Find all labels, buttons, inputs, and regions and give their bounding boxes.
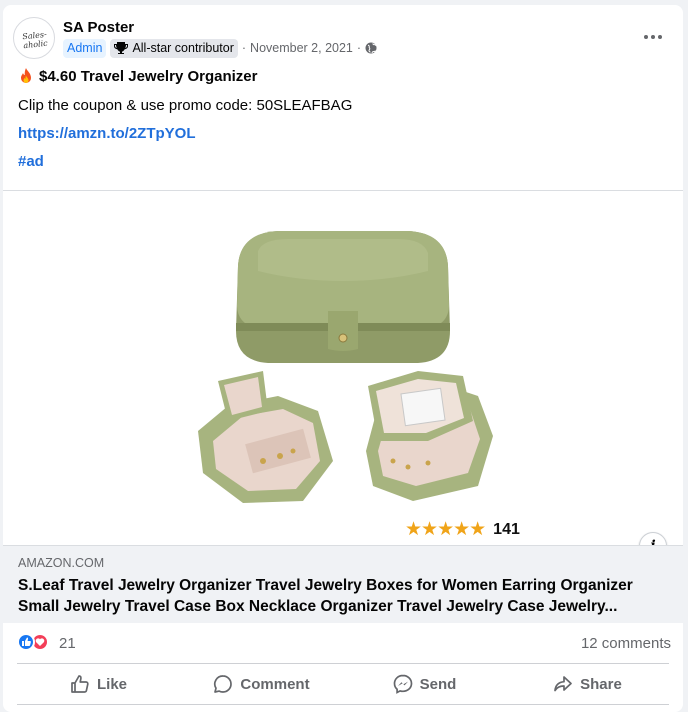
post-link[interactable]: https://amzn.to/2ZTpYOL	[18, 125, 196, 142]
more-dot	[651, 35, 655, 39]
more-dot	[658, 35, 662, 39]
like-label: Like	[96, 675, 127, 693]
post-meta: Admin All-star contributor · November 2,…	[63, 38, 377, 58]
link-title-line-1: S.Leaf Travel Jewelry Organizer Travel J…	[18, 577, 633, 594]
author-name[interactable]: SA Poster	[63, 19, 134, 36]
action-bar: Like Comment Send Share	[17, 663, 669, 705]
link-preview[interactable]: AMAZON.COM S.Leaf Travel Jewelry Organiz…	[3, 545, 683, 623]
like-button[interactable]: Like	[17, 664, 180, 704]
meta-separator: ·	[241, 41, 247, 55]
contributor-badge-label: All-star contributor	[132, 41, 234, 55]
link-domain: AMAZON.COM	[18, 556, 105, 570]
post-title-line: $4.60 Travel Jewelry Organizer	[18, 68, 257, 85]
send-label: Send	[419, 675, 457, 693]
share-label: Share	[580, 675, 622, 693]
comment-count[interactable]: 12 comments	[581, 635, 671, 652]
share-icon	[554, 676, 572, 692]
comment-label: Comment	[240, 675, 310, 693]
reaction-icons[interactable]	[17, 633, 49, 651]
link-title-line-2: Small Jewelry Travel Case Box Necklace O…	[18, 598, 618, 615]
avatar-logo-text: Sales-aholic	[21, 29, 49, 51]
comment-button[interactable]: Comment	[180, 664, 343, 704]
jewelry-box-image[interactable]	[188, 211, 508, 531]
reactions-bar: 21 12 comments	[3, 623, 683, 663]
link-title[interactable]: S.Leaf Travel Jewelry Organizer Travel J…	[18, 575, 668, 617]
globe-icon	[365, 42, 377, 54]
rating-stars: ★★★★★	[405, 519, 486, 540]
share-button[interactable]: Share	[506, 664, 669, 704]
messenger-icon	[393, 674, 413, 694]
author-avatar[interactable]: Sales-aholic	[13, 17, 55, 59]
post-header: Sales-aholic SA Poster Admin All-star co…	[3, 5, 683, 60]
more-options-button[interactable]	[639, 27, 667, 47]
post-title: $4.60 Travel Jewelry Organizer	[39, 68, 258, 85]
contributor-badge[interactable]: All-star contributor	[110, 38, 238, 58]
send-button[interactable]: Send	[343, 664, 506, 704]
admin-badge[interactable]: Admin	[63, 38, 107, 58]
post-body: Clip the coupon & use promo code: 50SLEA…	[18, 97, 353, 114]
reaction-count[interactable]: 21	[59, 635, 76, 652]
post-card: Sales-aholic SA Poster Admin All-star co…	[3, 5, 683, 712]
thumbs-up-icon	[71, 675, 89, 693]
more-dot	[644, 35, 648, 39]
review-count: 141	[493, 520, 520, 538]
like-reaction-icon	[17, 633, 35, 651]
comment-icon	[214, 675, 233, 693]
product-rating: ★★★★★ 141	[405, 518, 520, 541]
fire-emoji-icon	[21, 68, 31, 83]
post-hashtag[interactable]: #ad	[18, 153, 44, 170]
post-date[interactable]: November 2, 2021	[250, 41, 353, 55]
trophy-icon	[114, 42, 129, 54]
meta-separator-2: ·	[356, 41, 362, 55]
product-image-area[interactable]	[3, 190, 683, 545]
